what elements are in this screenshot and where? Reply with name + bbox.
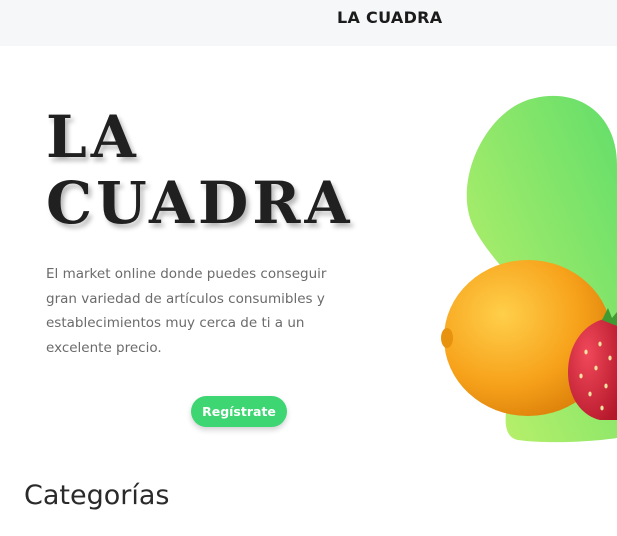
hero-title-line2: CUADRA	[46, 169, 354, 237]
brand-title[interactable]: LA CUADRA	[337, 8, 442, 27]
fruit-illustration	[441, 95, 617, 443]
hero-title: LA CUADRA	[46, 104, 353, 236]
lemon-tip-shape	[441, 328, 453, 348]
top-bar: LA CUADRA	[0, 0, 617, 46]
hero-title-line1: LA	[46, 103, 140, 171]
categories-heading: Categorías	[24, 480, 170, 511]
hero-description: El market online donde puedes conseguir …	[46, 266, 327, 356]
register-button[interactable]: Regístrate	[191, 396, 287, 427]
